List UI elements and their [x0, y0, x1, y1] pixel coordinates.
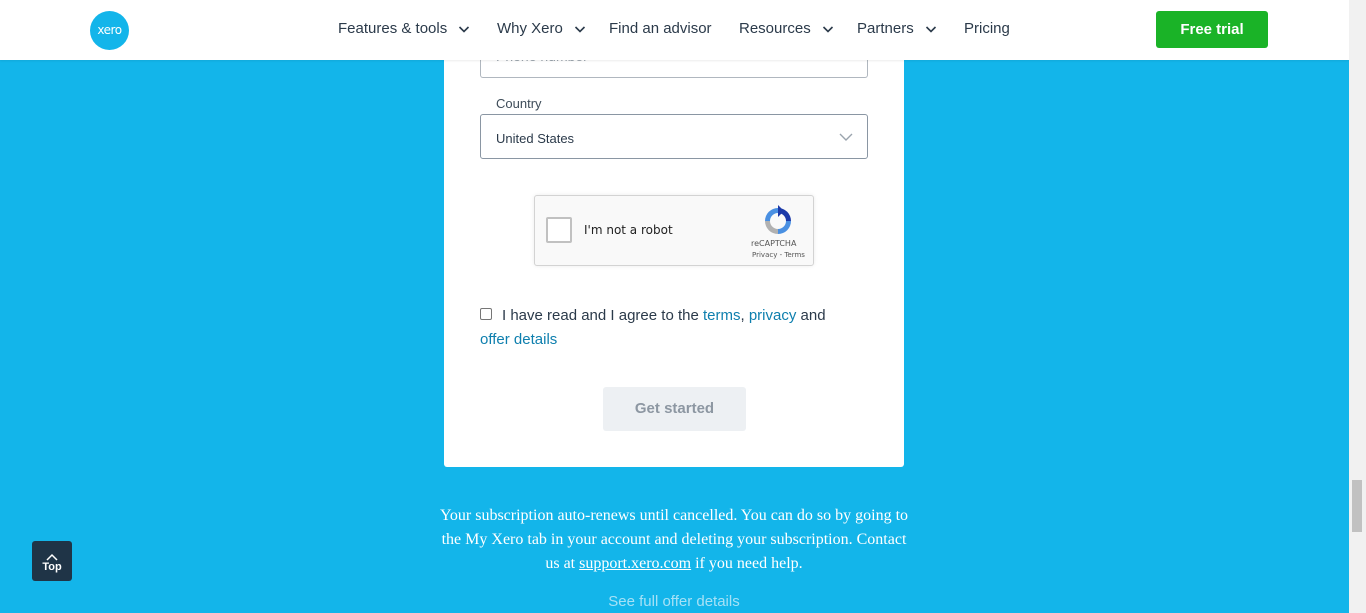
recaptcha-widget: I'm not a robot reCAPTCHA Privacy - Term… — [534, 195, 814, 266]
see-full-offer-details-link[interactable]: See full offer details — [434, 593, 914, 610]
nav-pricing[interactable]: Pricing — [964, 20, 1010, 37]
back-to-top-button[interactable]: Top — [32, 541, 72, 581]
signup-form-card: Phone number Country United States I'm n… — [444, 0, 904, 467]
subscription-notice: Your subscription auto-renews until canc… — [434, 504, 914, 576]
get-started-button[interactable]: Get started — [603, 387, 746, 431]
offer-details-link[interactable]: offer details — [480, 331, 557, 348]
nav-resources[interactable]: Resources — [739, 20, 834, 37]
renew-text-end: if you need help. — [691, 555, 803, 572]
free-trial-button[interactable]: Free trial — [1156, 11, 1268, 48]
chevron-down-icon — [925, 23, 937, 35]
page-scrollbar[interactable] — [1349, 0, 1366, 613]
top-label: Top — [42, 561, 62, 573]
nav-label: Find an advisor — [609, 20, 712, 37]
recaptcha-logo-icon — [762, 205, 794, 237]
country-label: Country — [496, 96, 542, 111]
nav-features-tools[interactable]: Features & tools — [338, 20, 470, 37]
recaptcha-brand: reCAPTCHA — [751, 239, 797, 248]
chevron-down-icon — [574, 23, 586, 35]
support-link[interactable]: support.xero.com — [579, 555, 691, 572]
nav-label: Features & tools — [338, 20, 448, 37]
recaptcha-label: I'm not a robot — [584, 223, 673, 237]
scrollbar-thumb[interactable] — [1352, 480, 1362, 532]
agreement: I have read and I agree to the terms, pr… — [480, 304, 868, 352]
site-header: xero Features & tools Why Xero Find an a… — [0, 0, 1349, 60]
chevron-down-icon — [839, 130, 853, 142]
agree-checkbox[interactable] — [480, 308, 492, 320]
terms-link[interactable]: terms — [703, 307, 741, 324]
nav-find-an-advisor[interactable]: Find an advisor — [609, 20, 712, 37]
recaptcha-checkbox[interactable] — [546, 217, 572, 243]
recaptcha-privacy-terms[interactable]: Privacy - Terms — [752, 251, 805, 259]
privacy-link[interactable]: privacy — [749, 307, 797, 324]
nav-label: Partners — [857, 20, 914, 37]
country-value: United States — [496, 131, 575, 146]
nav-why-xero[interactable]: Why Xero — [497, 20, 586, 37]
agreement-prefix: I have read and I agree to the — [502, 307, 703, 324]
xero-logo[interactable]: xero — [90, 11, 129, 50]
nav-label: Pricing — [964, 20, 1010, 37]
nav-label: Resources — [739, 20, 811, 37]
nav-partners[interactable]: Partners — [857, 20, 937, 37]
agreement-and: and — [796, 307, 826, 324]
chevron-up-icon — [46, 548, 58, 561]
agreement-text: I have read and I agree to the terms, pr… — [480, 304, 868, 328]
nav-label: Why Xero — [497, 20, 563, 37]
chevron-down-icon — [458, 23, 470, 35]
chevron-down-icon — [822, 23, 834, 35]
country-select[interactable]: United States — [480, 114, 868, 159]
agreement-comma: , — [740, 307, 749, 324]
